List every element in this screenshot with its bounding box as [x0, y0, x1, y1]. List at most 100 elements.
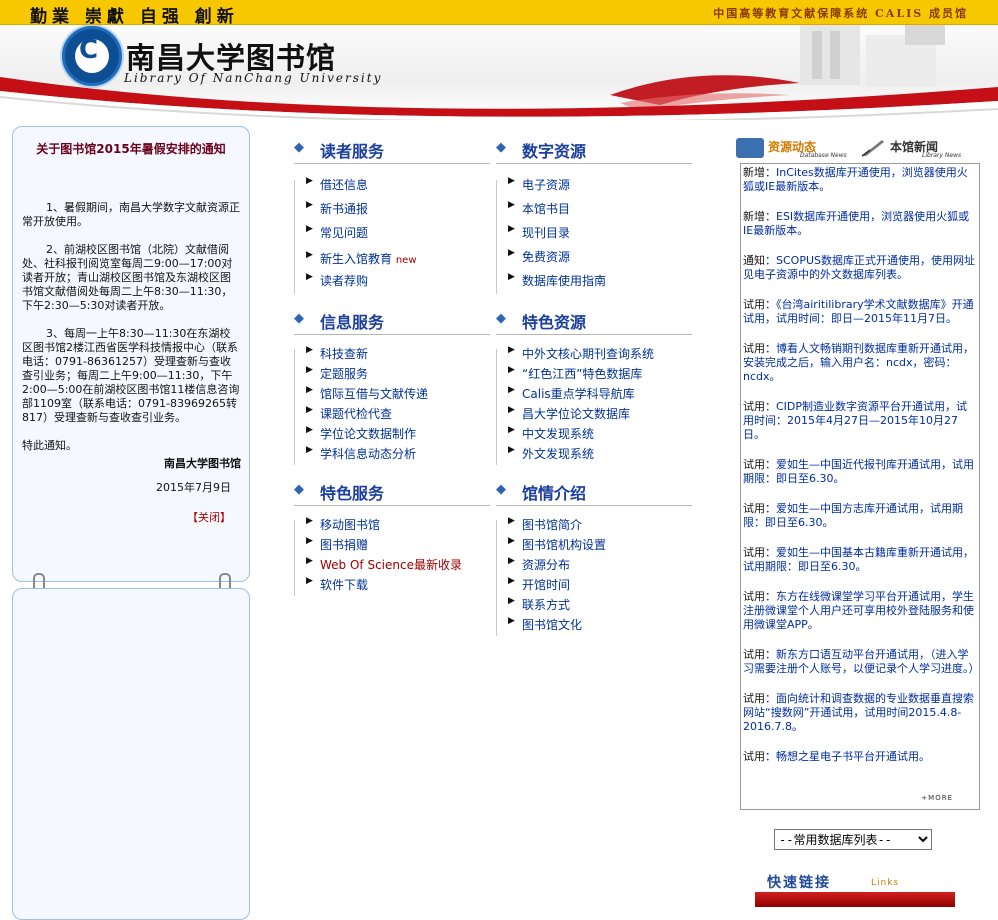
- section-header: ◆ 特色服务: [294, 477, 490, 506]
- news-item[interactable]: 试用：博看人文畅销期刊数据库重新开通试用，安装完成之后，输入用户名：ncdx，密…: [741, 340, 979, 384]
- list-item[interactable]: ▶ 学位论文数据制作: [294, 425, 490, 445]
- section-title[interactable]: 特色服务: [320, 480, 384, 504]
- list-item[interactable]: ▶ 定题服务: [294, 365, 490, 385]
- list-item[interactable]: ▶ 新生入馆教育 new: [294, 250, 490, 272]
- triangle-icon: ▶: [306, 250, 313, 260]
- news-item[interactable]: 试用：新东方口语互动平台开通试用，（进入学习需要注册个人账号，以便记录个人学习进…: [741, 646, 979, 676]
- list-item[interactable]: ▶ 外文发现系统: [496, 445, 692, 465]
- section-header: ◆ 读者服务: [294, 135, 490, 164]
- list-item[interactable]: ▶ 借还信息: [294, 176, 490, 200]
- list-item[interactable]: ▶ 中文发现系统: [496, 425, 692, 445]
- news-item[interactable]: 通知：SCOPUS数据库正式开通使用，使用网址见电子资源中的外文数据库列表。: [741, 252, 979, 282]
- close-link[interactable]: 【关闭】: [22, 511, 231, 525]
- notice-title[interactable]: 关于图书馆2015年暑假安排的通知: [13, 140, 249, 157]
- news-item[interactable]: 试用：爱如生—中国基本古籍库重新开通试用，试用期限：即日至6.30。: [741, 544, 979, 574]
- list-item[interactable]: ▶ 读者荐购: [294, 272, 490, 294]
- triangle-icon: ▶: [508, 596, 515, 606]
- news-prefix: 通知: [743, 254, 765, 267]
- section-title[interactable]: 数字资源: [522, 138, 586, 162]
- tab-sublabel: Library News: [922, 152, 962, 159]
- quill-pen-icon: [861, 140, 884, 157]
- news-text: ：博看人文畅销期刊数据库重新开通试用，安装完成之后，输入用户名：ncdx，密码：…: [743, 342, 974, 383]
- news-text: ：爱如生—中国近代报刊库开通试用，试用期限：即日至6.30。: [743, 458, 974, 485]
- news-item[interactable]: 新增：InCites数据库开通使用，浏览器使用火狐或IE最新版本。: [741, 164, 979, 194]
- more-link[interactable]: +MORE: [921, 794, 953, 802]
- news-prefix: 试用: [743, 298, 765, 311]
- news-item[interactable]: 试用：CIDP制造业数字资源平台开通试用，试用时间：2015年4月27日—201…: [741, 398, 979, 442]
- top-bar: 勤業 崇獻 自强 創新 中国高等教育文献保障系统 CALIS 成员馆: [0, 0, 998, 27]
- news-prefix: 试用: [743, 546, 765, 559]
- list-item[interactable]: ▶ “红色江西”特色数据库: [496, 365, 692, 385]
- quick-links[interactable]: 快速链接 Links: [755, 868, 955, 907]
- notice-panel: 关于图书馆2015年暑假安排的通知 1、暑假期间，南昌大学数字文献资源正常开放使…: [12, 126, 250, 582]
- list-item[interactable]: ▶ 电子资源: [496, 176, 692, 200]
- list-item[interactable]: ▶ Web Of Science最新收录: [294, 556, 490, 576]
- news-item[interactable]: 试用：爱如生—中国近代报刊库开通试用，试用期限：即日至6.30。: [741, 456, 979, 486]
- news-text: ：《台湾airitilibrary学术文献数据库》开通试用，试用时间：即日—20…: [743, 298, 974, 325]
- list-item[interactable]: ▶ 本馆书目: [496, 200, 692, 224]
- triangle-icon: ▶: [306, 385, 313, 395]
- section-title[interactable]: 特色资源: [522, 309, 586, 333]
- diamond-icon: ◆: [294, 482, 304, 497]
- news-text: ：东方在线微课堂学习平台开通试用，学生注册微课堂个人用户还可享用校外登陆服务和使…: [743, 590, 974, 631]
- list-item[interactable]: ▶ 数据库使用指南: [496, 272, 692, 294]
- triangle-icon: ▶: [508, 272, 515, 282]
- news-item[interactable]: 新增：ESI数据库开通使用，浏览器使用火狐或IE最新版本。: [741, 208, 979, 238]
- triangle-icon: ▶: [508, 365, 515, 375]
- quick-links-sublabel: Links: [871, 878, 900, 888]
- news-item[interactable]: 试用：《台湾airitilibrary学术文献数据库》开通试用，试用时间：即日—…: [741, 296, 979, 326]
- list-item[interactable]: ▶ Calis重点学科导航库: [496, 385, 692, 405]
- triangle-icon: ▶: [306, 425, 313, 435]
- triangle-icon: ▶: [306, 516, 313, 526]
- list-item[interactable]: ▶ 资源分布: [496, 556, 692, 576]
- section-header: ◆ 馆情介绍: [496, 477, 692, 506]
- list-item[interactable]: ▶ 现刊目录: [496, 224, 692, 248]
- triangle-icon: ▶: [306, 200, 313, 210]
- section-title[interactable]: 馆情介绍: [522, 480, 586, 504]
- list-item[interactable]: ▶ 课题代检代查: [294, 405, 490, 425]
- news-item[interactable]: 试用：畅想之星电子书平台开通试用。: [741, 748, 979, 764]
- news-item[interactable]: 试用：面向统计和调查数据的专业数据垂直搜索网站“搜数网”开通试用，试用时间201…: [741, 690, 979, 734]
- notice-signature: 南昌大学图书馆: [164, 457, 241, 470]
- database-list-select[interactable]: --常用数据库列表--: [774, 829, 932, 850]
- list-item[interactable]: ▶ 图书馆文化: [496, 616, 692, 636]
- list-item[interactable]: ▶ 开馆时间: [496, 576, 692, 596]
- triangle-icon: ▶: [306, 224, 313, 234]
- list-item[interactable]: ▶ 科技查新: [294, 345, 490, 365]
- triangle-icon: ▶: [306, 576, 313, 586]
- triangle-icon: ▶: [508, 405, 515, 415]
- list-item[interactable]: ▶ 免费资源: [496, 248, 692, 272]
- section-title[interactable]: 读者服务: [320, 138, 384, 162]
- list-item[interactable]: ▶ 馆际互借与文献传递: [294, 385, 490, 405]
- news-item[interactable]: 试用：爱如生—中国方志库开通试用，试用期限：即日至6.30。: [741, 500, 979, 530]
- triangle-icon: ▶: [306, 536, 313, 546]
- section-title[interactable]: 信息服务: [320, 309, 384, 333]
- triangle-icon: ▶: [508, 425, 515, 435]
- list-item[interactable]: ▶ 图书捐赠: [294, 536, 490, 556]
- tab-library-news[interactable]: 本馆新闻 Library News: [860, 136, 978, 162]
- tab-database-news[interactable]: 资源动态 Database News: [736, 136, 856, 162]
- news-prefix: 试用: [743, 648, 765, 661]
- quick-links-bar: [755, 892, 955, 907]
- news-item[interactable]: 试用：东方在线微课堂学习平台开通试用，学生注册微课堂个人用户还可享用校外登陆服务…: [741, 588, 979, 632]
- list-item[interactable]: ▶ 联系方式: [496, 596, 692, 616]
- list-item[interactable]: ▶ 新书通报: [294, 200, 490, 224]
- section-reader-service: ◆ 读者服务 ▶ 借还信息 ▶ 新书通报 ▶ 常见问题 ▶ 新生入馆教育 new ▶ 读者…: [294, 135, 490, 294]
- diamond-icon: ◆: [496, 140, 506, 155]
- news-text: ：SCOPUS数据库正式开通使用，使用网址见电子资源中的外文数据库列表。: [743, 254, 975, 281]
- about-list: ▶ 图书馆简介 ▶ 图书馆机构设置 ▶ 资源分布 ▶ 开馆时间 ▶ 联系方式 ▶ 图书馆文化: [496, 516, 692, 636]
- news-text: ：爱如生—中国基本古籍库重新开通试用，试用期限：即日至6.30。: [743, 546, 974, 573]
- list-item[interactable]: ▶ 移动图书馆: [294, 516, 490, 536]
- list-item[interactable]: ▶ 中外文核心期刊查询系统: [496, 345, 692, 365]
- list-item[interactable]: ▶ 昌大学位论文数据库: [496, 405, 692, 425]
- list-item[interactable]: ▶ 图书馆简介: [496, 516, 692, 536]
- list-item[interactable]: ▶ 图书馆机构设置: [496, 536, 692, 556]
- library-title-en: Library Of NanChang University: [124, 71, 383, 85]
- list-item[interactable]: ▶ 常见问题: [294, 224, 490, 250]
- header-banner: C 南昌大学图书馆 Library Of NanChang University: [0, 25, 998, 120]
- triangle-icon: ▶: [508, 224, 515, 234]
- news-prefix: 试用: [743, 458, 765, 471]
- list-item[interactable]: ▶ 软件下载: [294, 576, 490, 596]
- list-item[interactable]: ▶ 学科信息动态分析: [294, 445, 490, 465]
- university-logo[interactable]: C: [62, 26, 122, 86]
